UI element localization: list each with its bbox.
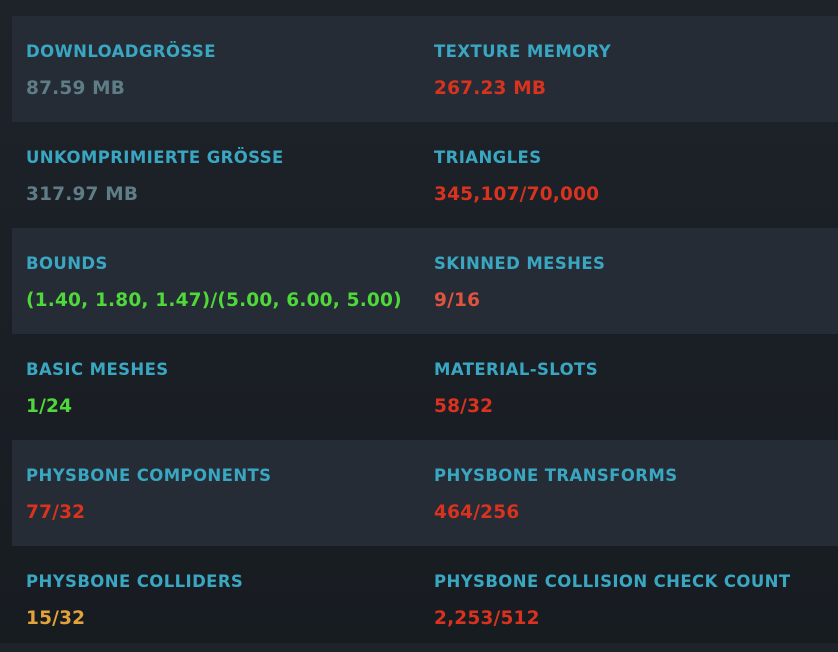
stat-label: PHYSBONE COLLISION CHECK COUNT bbox=[434, 572, 791, 591]
stat-value: 15/32 bbox=[26, 608, 86, 629]
stat-value: (1.40, 1.80, 1.47)/(5.00, 6.00, 5.00) bbox=[26, 290, 402, 311]
stat-value: 2,253/512 bbox=[434, 608, 540, 629]
stats-row-uncompressed: UNKOMPRIMIERTE GRÖßE 317.97 MB TRIANGLES… bbox=[12, 122, 838, 228]
stat-basic-meshes: BASIC MESHES 1/24 bbox=[26, 334, 416, 440]
stat-label: PHYSBONE COMPONENTS bbox=[26, 466, 272, 485]
stat-label: PHYSBONE TRANSFORMS bbox=[434, 466, 678, 485]
performance-stats-grid: DOWNLOADGRÖßE 87.59 MB TEXTURE MEMORY 26… bbox=[12, 16, 838, 652]
stats-row-colliders: PHYSBONE COLLIDERS 15/32 PHYSBONE COLLIS… bbox=[12, 546, 838, 652]
stat-label: TEXTURE MEMORY bbox=[434, 42, 612, 61]
stat-value: 58/32 bbox=[434, 396, 494, 417]
stat-physbone-components: PHYSBONE COMPONENTS 77/32 bbox=[26, 440, 416, 546]
stat-bounds: BOUNDS (1.40, 1.80, 1.47)/(5.00, 6.00, 5… bbox=[26, 228, 416, 334]
stat-uncompressed-size: UNKOMPRIMIERTE GRÖßE 317.97 MB bbox=[26, 122, 416, 228]
stat-value: 317.97 MB bbox=[26, 184, 139, 205]
stat-material-slots: MATERIAL-SLOTS 58/32 bbox=[434, 334, 834, 440]
stat-label: BOUNDS bbox=[26, 254, 108, 273]
stat-value: 77/32 bbox=[26, 502, 86, 523]
stat-label: MATERIAL-SLOTS bbox=[434, 360, 598, 379]
stat-value: 1/24 bbox=[26, 396, 73, 417]
stat-skinned-meshes: SKINNED MESHES 9/16 bbox=[434, 228, 834, 334]
stat-value: 464/256 bbox=[434, 502, 520, 523]
stat-physbone-collision-check-count: PHYSBONE COLLISION CHECK COUNT 2,253/512 bbox=[434, 546, 834, 652]
stat-label: DOWNLOADGRÖßE bbox=[26, 42, 216, 61]
stats-row-download: DOWNLOADGRÖßE 87.59 MB TEXTURE MEMORY 26… bbox=[12, 16, 838, 122]
stat-physbone-transforms: PHYSBONE TRANSFORMS 464/256 bbox=[434, 440, 834, 546]
stat-texture-memory: TEXTURE MEMORY 267.23 MB bbox=[434, 16, 834, 122]
stat-label: BASIC MESHES bbox=[26, 360, 169, 379]
stat-label: SKINNED MESHES bbox=[434, 254, 606, 273]
stat-label: PHYSBONE COLLIDERS bbox=[26, 572, 244, 591]
stats-row-meshes: BASIC MESHES 1/24 MATERIAL-SLOTS 58/32 bbox=[12, 334, 838, 440]
stat-physbone-colliders: PHYSBONE COLLIDERS 15/32 bbox=[26, 546, 416, 652]
stat-value: 87.59 MB bbox=[26, 78, 126, 99]
stats-row-bounds: BOUNDS (1.40, 1.80, 1.47)/(5.00, 6.00, 5… bbox=[12, 228, 838, 334]
stat-value: 267.23 MB bbox=[434, 78, 547, 99]
stats-row-physbone: PHYSBONE COMPONENTS 77/32 PHYSBONE TRANS… bbox=[12, 440, 838, 546]
stat-label: TRIANGLES bbox=[434, 148, 542, 167]
stat-value: 345,107/70,000 bbox=[434, 184, 600, 205]
stat-download-size: DOWNLOADGRÖßE 87.59 MB bbox=[26, 16, 416, 122]
stat-value: 9/16 bbox=[434, 290, 481, 311]
stat-label: UNKOMPRIMIERTE GRÖßE bbox=[26, 148, 284, 167]
stat-triangles: TRIANGLES 345,107/70,000 bbox=[434, 122, 834, 228]
